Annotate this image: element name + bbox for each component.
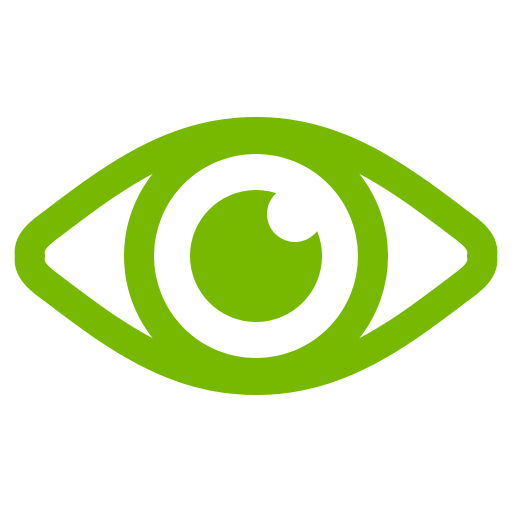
icon-canvas	[0, 0, 512, 512]
pupil-highlight	[267, 186, 323, 242]
eye-icon	[14, 117, 498, 395]
